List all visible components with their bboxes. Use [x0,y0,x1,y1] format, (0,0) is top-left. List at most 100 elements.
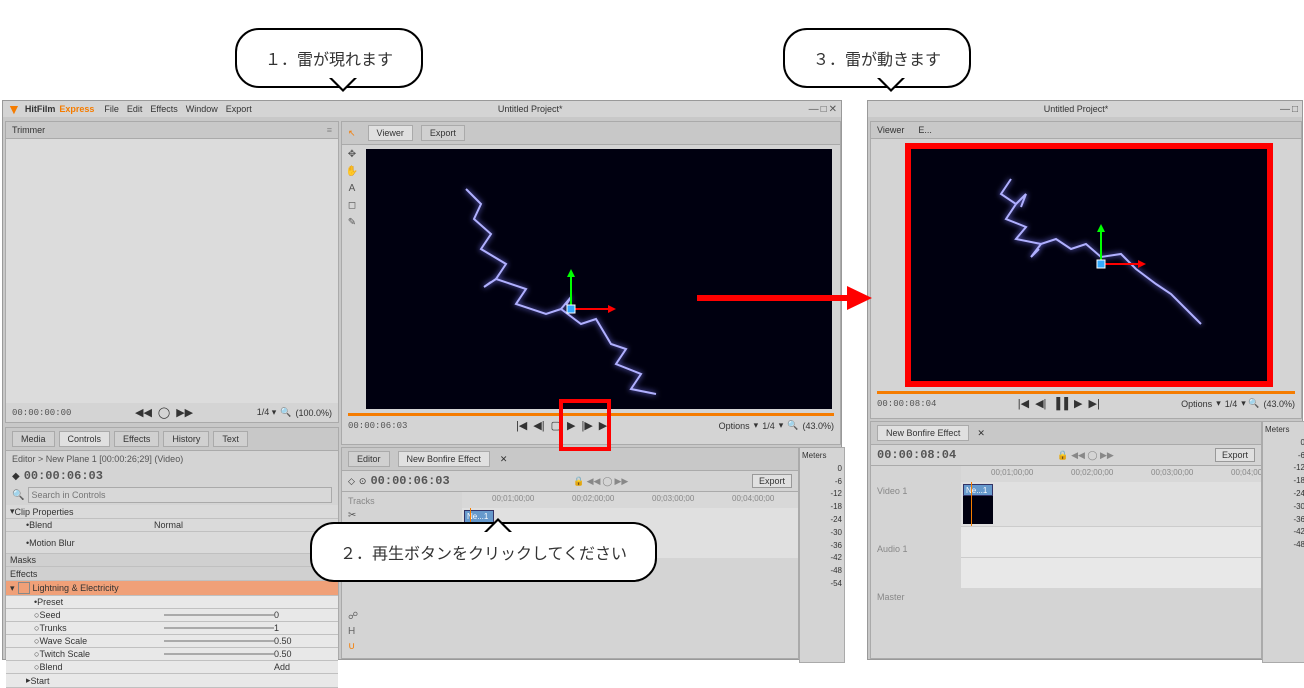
export-button-2[interactable]: Export [1215,448,1255,462]
close-tab-icon[interactable]: ✕ [500,454,508,465]
trimmer-panel: Trimmer≡ 00:00:00:00 ◀◀ ◯ ▶▶ 1/4 ▾ 🔍 (10… [5,121,339,423]
step-back-icon[interactable]: ◀| [1035,397,1046,410]
tab-media[interactable]: Media [12,431,55,447]
second-window: Untitled Project* —□ ViewerE... 00:00:08… [867,100,1303,660]
tab-editor[interactable]: Editor [348,451,390,467]
app-logo: ▼HitFilm Express [7,101,94,117]
tl-start-icon[interactable]: ◀◀ [587,476,601,487]
minimize-icon[interactable]: — [809,104,819,115]
step-back-icon[interactable]: ◀| [533,419,544,432]
tab-history[interactable]: History [163,431,209,447]
tab-text[interactable]: Text [213,431,248,447]
close-icon[interactable]: ✕ [829,104,837,115]
cut-tool-icon[interactable]: ✂ [348,510,462,521]
timeline-ruler[interactable]: 00;01;00;00 00;02;00;00 00;03;00;00 00;0… [462,492,798,508]
lightning-effect-2 [911,149,1267,381]
magnet-tool-icon[interactable]: ∪ [348,641,358,652]
viewer-panel-2: ViewerE... 00:00:08:04 |◀ ◀| ▐▐ ▶ ▶| Opt… [870,121,1302,419]
master-track-area[interactable] [961,557,1261,588]
axis-gizmo[interactable] [561,269,631,342]
meters-panel-2: Meters 0 -6 -12 -18 -24 -30 -36 -42 -48 [1262,421,1304,663]
keyframe-icon[interactable]: ◇ [348,476,355,487]
logo-icon: ▼ [7,101,21,117]
tl-loop-icon[interactable]: ◯ [602,476,612,487]
keyframe-icon[interactable]: ◆ [12,471,20,482]
tab-bonfire[interactable]: New Bonfire Effect [398,451,490,467]
callout-2: ２．再生ボタンをクリックしてください [310,522,657,582]
tab-effects[interactable]: Effects [114,431,159,447]
search-icon: 🔍 [12,490,24,501]
move-tool-icon[interactable]: ✥ [348,149,356,160]
red-highlight-play [559,399,611,451]
titlebar: ▼HitFilm Express File Edit Effects Windo… [3,101,841,117]
editor-breadcrumb: Editor > New Plane 1 [00:00:26;29] (Vide… [6,451,338,467]
close-tab-icon[interactable]: ✕ [977,428,985,439]
search-input[interactable] [28,487,332,503]
next-icon[interactable]: ▶▶ [176,406,193,419]
menu-file[interactable]: File [104,104,119,114]
timer-icon[interactable]: ⊙ [359,476,367,487]
pen-tool-icon[interactable]: ✎ [348,217,356,228]
tc-start-2: 00:00:08:04 [877,399,936,409]
panel-menu-icon[interactable]: ≡ [327,125,332,135]
callout-3: ３．雷が動きます [783,28,971,88]
snap-tool-icon[interactable]: H [348,626,358,637]
playhead-2[interactable] [971,482,972,526]
goto-start-icon[interactable]: |◀ [1018,397,1029,410]
zoom-icon[interactable]: 🔍 [787,420,798,431]
maximize-icon[interactable]: □ [821,104,827,115]
prev-icon[interactable]: ◀◀ [135,406,152,419]
audio-track-label: Audio 1 [871,540,961,558]
goto-start-icon[interactable]: |◀ [516,419,527,432]
menu-effects[interactable]: Effects [150,104,177,114]
minimize-icon[interactable]: — [1280,104,1290,115]
clip-thumb [963,496,993,524]
trimmer-title: Trimmer [12,125,45,135]
mask-tool-icon[interactable]: ◻ [348,200,356,211]
callout-1: １．雷が現れます [235,28,423,88]
menu-export[interactable]: Export [226,104,252,114]
tab-viewer-2[interactable]: Viewer [877,125,904,135]
goto-end-icon[interactable]: ▶| [1088,397,1099,410]
tl-end-icon[interactable]: ▶▶ [614,476,628,487]
export-button[interactable]: Export [752,474,792,488]
timeline-panel-2: New Bonfire Effect✕ 00:00:08:04 🔒 ◀◀ ◯ ▶… [870,421,1262,659]
zoom-icon[interactable]: 🔍 [280,407,291,418]
viewer-canvas[interactable] [366,149,832,409]
menu-edit[interactable]: Edit [127,104,143,114]
axis-gizmo-2[interactable] [1091,224,1161,297]
loop-icon[interactable]: ◯ [158,406,170,419]
tab-controls[interactable]: Controls [59,431,111,447]
window-buttons: — □ ✕ [809,104,837,115]
hand-tool-icon[interactable]: ✋ [346,166,358,177]
main-menu: File Edit Effects Window Export [104,104,251,114]
timeline-timecode: 00:00:06:03 [370,474,449,488]
titlebar-2: Untitled Project* —□ [868,101,1302,117]
pause-icon[interactable]: ▐▐ [1052,398,1068,410]
timecode: 00:00:06:03 [24,469,103,483]
timeline-ruler-2[interactable]: 00;01;00;00 00;02;00;00 00;03;00;00 00;0… [961,466,1261,482]
meters-panel: Meters 0 -6 -12 -18 -24 -30 -36 -42 -48 … [799,447,845,663]
project-title-2: Untitled Project* [1044,104,1109,114]
options-label[interactable]: Options [719,421,750,431]
video-clip-2[interactable]: Ne...1 [963,484,993,496]
tab-export[interactable]: Export [421,125,465,141]
red-arrow [697,283,872,316]
controls-panel: Media Controls Effects History Text Edit… [5,427,339,659]
arrow-tool-icon[interactable]: ↖ [348,128,356,139]
tab-viewer[interactable]: Viewer [368,125,413,141]
play-icon[interactable]: ▶ [1074,397,1082,410]
audio-track-area[interactable] [961,526,1261,557]
tab-bonfire-2[interactable]: New Bonfire Effect [877,425,969,441]
lock-icon[interactable]: 🔒 [573,476,584,487]
text-tool-icon[interactable]: A [349,183,356,194]
link-tool-icon[interactable]: ☍ [348,611,358,622]
timeline-timecode-2: 00:00:08:04 [877,448,956,462]
maximize-icon[interactable]: □ [1292,104,1298,115]
viewer-canvas-2[interactable] [905,143,1273,387]
project-title: Untitled Project* [498,104,563,114]
video-track-label: Video 1 [871,482,961,500]
menu-window[interactable]: Window [186,104,218,114]
tc-start: 00:00:06:03 [348,421,407,431]
meters-title: Meters [802,450,842,463]
